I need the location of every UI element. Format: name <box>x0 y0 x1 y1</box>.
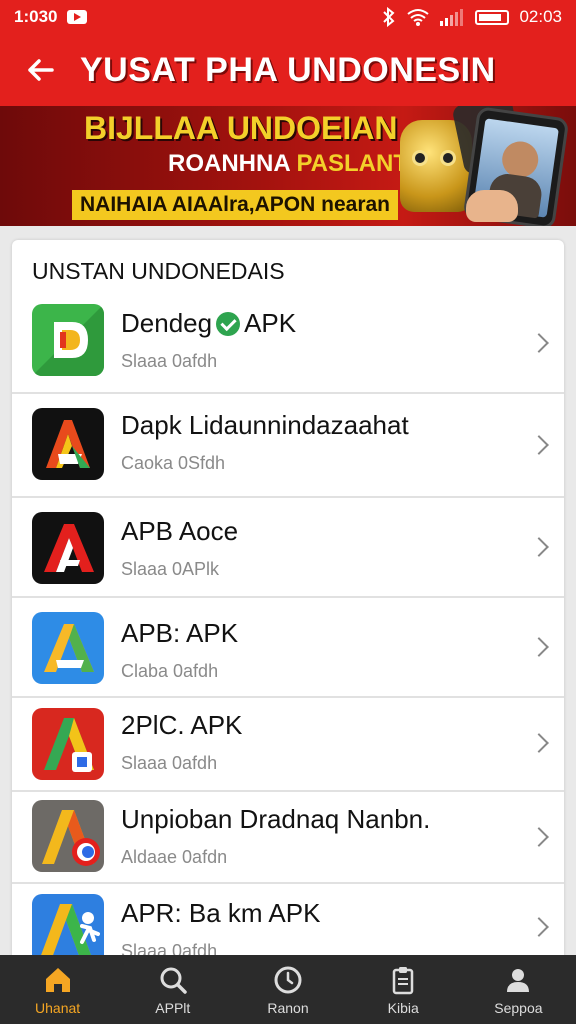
app-name: Unpioban Dradnaq Nanbn. <box>121 804 431 834</box>
nav-item-recent[interactable]: Ranon <box>230 955 345 1024</box>
list-item[interactable]: APB Aoce Slaaa 0APlk <box>12 498 564 598</box>
chevron-right-icon <box>529 333 549 353</box>
app-name: Dendeg APK <box>121 308 297 338</box>
app-name: APR: Ba km APK <box>121 898 321 928</box>
wifi-icon <box>407 9 430 26</box>
list-item[interactable]: Dendeg APK Slaaa 0afdh <box>12 294 564 394</box>
nav-label: Uhanat <box>35 999 81 1016</box>
app-subtitle: Slaaa 0afdh <box>121 351 218 371</box>
signal-icon <box>440 9 464 26</box>
nav-item-home[interactable]: Uhanat <box>0 955 115 1024</box>
clipboard-icon <box>392 966 414 994</box>
page-title: YUSAT PHA UNDONESIN <box>80 50 496 89</box>
battery-icon <box>475 9 510 25</box>
hand-image <box>466 190 518 222</box>
black-red-a-app-icon <box>32 512 104 584</box>
chevron-right-icon <box>529 917 549 937</box>
app-name: Dapk Lidaunnindazaahat <box>121 410 409 440</box>
app-subtitle: Claba 0afdh <box>121 661 219 681</box>
promo-banner[interactable]: BIJLLAA UNDOEIAN ROANHNA PASLANT NAIHAIA… <box>0 106 576 226</box>
banner-line2-yellow: PASLANT <box>296 150 409 177</box>
app-list-card: UNSTAN UNDONEDAIS Dendeg APK Slaaa 0afdh… <box>12 240 564 970</box>
list-item-text: Dendeg APK Slaaa 0afdh <box>121 308 296 372</box>
app-name: APB Aoce <box>121 516 239 546</box>
verified-check-icon <box>216 311 241 336</box>
app-name: APB: APK <box>121 618 239 648</box>
list-item-text: APR: Ba km APK Slaaa 0afdh <box>121 898 320 962</box>
nav-label: Ranon <box>267 999 309 1016</box>
app-subtitle: Slaaa 0afdh <box>121 753 218 773</box>
bottom-nav: Uhanat APPlt Ranon Kibia Seppoa <box>0 955 576 1024</box>
chevron-right-icon <box>529 827 549 847</box>
list-item-text: APB Aoce Slaaa 0APlk <box>121 516 238 580</box>
banner-line2-white: ROANHNA <box>168 150 290 177</box>
chevron-right-icon <box>529 733 549 753</box>
black-multicolor-a-app-icon <box>32 408 104 480</box>
banner-strip: NAIHAIA AIAAlra,APON nearan <box>72 190 398 220</box>
nav-label: Kibia <box>387 999 419 1016</box>
status-icons: 02:03 <box>381 7 562 27</box>
nav-label: Seppoa <box>494 999 543 1016</box>
back-button[interactable] <box>0 34 80 106</box>
blue-a-app-icon <box>32 612 104 684</box>
chevron-right-icon <box>529 637 549 657</box>
search-icon <box>160 967 187 994</box>
list-item[interactable]: APB: APK Claba 0afdh <box>12 598 564 698</box>
gray-yellow-a-app-icon <box>32 800 104 872</box>
app-subtitle: Aldaae 0afdn <box>121 847 228 867</box>
list-item[interactable]: 2PlC. APK Slaaa 0afdh <box>12 698 564 792</box>
arrow-left-icon <box>28 59 54 81</box>
nav-label: APPlt <box>155 999 191 1016</box>
status-clock: 02:03 <box>519 7 562 26</box>
profile-icon <box>507 968 530 992</box>
nav-item-profile[interactable]: Seppoa <box>461 955 576 1024</box>
list-item[interactable]: Unpioban Dradnaq Nanbn. Aldaae 0afdn <box>12 792 564 884</box>
status-time: 1:030 <box>14 7 58 26</box>
app-name: 2PlC. APK <box>121 710 243 740</box>
banner-headline: BIJLLAA UNDOEIAN <box>84 110 398 146</box>
green-d-app-icon <box>32 304 104 376</box>
clock-icon <box>274 966 302 993</box>
app-subtitle: Slaaa 0APlk <box>121 559 220 579</box>
chevron-right-icon <box>529 537 549 557</box>
nav-item-search[interactable]: APPlt <box>115 955 230 1024</box>
youtube-icon <box>67 10 88 24</box>
status-bar: 1:030 02:03 <box>0 0 576 34</box>
list-item-text: Dapk Lidaunnindazaahat Caoka 0Sfdh <box>121 410 409 474</box>
chevron-right-icon <box>529 435 549 455</box>
banner-subheadline: ROANHNA PASLANT <box>168 150 408 178</box>
list-item-text: Unpioban Dradnaq Nanbn. Aldaae 0afdn <box>121 804 430 868</box>
list-item-text: 2PlC. APK Slaaa 0afdh <box>121 710 242 774</box>
app-bar: YUSAT PHA UNDONESIN <box>0 34 576 106</box>
bluetooth-icon <box>383 7 395 27</box>
red-green-a-app-icon <box>32 708 104 780</box>
nav-item-library[interactable]: Kibia <box>346 955 461 1024</box>
app-subtitle: Caoka 0Sfdh <box>121 453 226 473</box>
list-item-text: APB: APK Claba 0afdh <box>121 618 238 682</box>
home-icon <box>45 967 70 992</box>
section-title: UNSTAN UNDONEDAIS <box>32 258 285 284</box>
list-item[interactable]: Dapk Lidaunnindazaahat Caoka 0Sfdh <box>12 394 564 498</box>
